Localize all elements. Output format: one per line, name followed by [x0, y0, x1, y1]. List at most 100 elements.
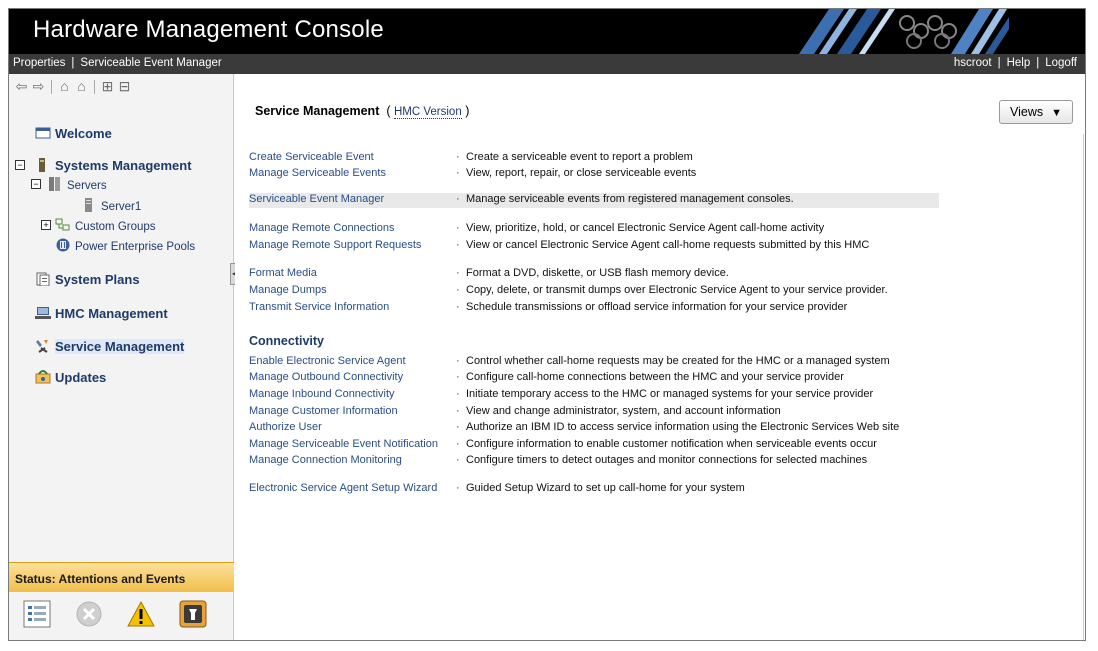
help-link[interactable]: Help [1007, 57, 1031, 69]
server-icon [85, 198, 92, 212]
task-description: View, prioritize, hold, or cancel Electr… [466, 222, 825, 234]
task-description: Configure call-home connections between … [466, 371, 844, 383]
task-description: Manage serviceable events from registere… [466, 193, 794, 205]
menu-bar: Properties | Serviceable Event Manager hsc… [9, 54, 1085, 74]
sidebar-item-label: Server1 [101, 201, 142, 213]
hmc-management-icon [35, 307, 51, 319]
sidebar-item-welcome[interactable]: Welcome [35, 126, 112, 141]
task-link-manage-serviceable-event-notification[interactable]: Manage Serviceable Event Notification [249, 438, 438, 450]
task-bullet: · [456, 267, 460, 279]
menu-separator: | [1036, 57, 1040, 69]
collapse-toggle[interactable]: − [31, 179, 41, 189]
task-link-manage-customer-information[interactable]: Manage Customer Information [249, 405, 398, 417]
service-event-icon[interactable] [179, 600, 207, 628]
menu-separator: | [71, 57, 75, 69]
sidebar-item-systems-management[interactable]: Systems Management [35, 158, 192, 173]
banner-graphic [789, 9, 1009, 54]
connectivity-heading: Connectivity [249, 334, 325, 348]
task-description: View or cancel Electronic Service Agent … [466, 239, 870, 251]
views-label: Views [1010, 105, 1044, 119]
views-dropdown-button[interactable]: Views ▼ [999, 100, 1073, 124]
toolbar-divider [51, 80, 52, 95]
task-link-electronic-service-agent-setup-wizard[interactable]: Electronic Service Agent Setup Wizard [249, 482, 437, 494]
version-paren-close: ) [465, 104, 470, 118]
power-pools-icon [56, 238, 70, 252]
service-management-icon [36, 340, 48, 353]
menu-properties[interactable]: Properties [13, 57, 65, 69]
sidebar-item-label: Systems Management [55, 158, 192, 173]
task-bullet: · [456, 167, 460, 179]
sidebar-item-hmc-management[interactable]: HMC Management [35, 306, 168, 321]
back-arrow-icon[interactable]: ⇦ [13, 78, 30, 95]
menu-serviceable-event-manager[interactable]: Serviceable Event Manager [80, 57, 221, 69]
nav-toolbar: ⇦ ⇨ ⌂ ⌂ ⊞ ⊟ [13, 78, 133, 96]
task-description: View, report, repair, or close serviceab… [466, 167, 697, 179]
sidebar-item-servers[interactable]: Servers [47, 177, 107, 192]
task-link-manage-inbound-connectivity[interactable]: Manage Inbound Connectivity [249, 388, 395, 400]
task-bullet: · [456, 355, 460, 367]
home-icon[interactable]: ⌂ [56, 78, 73, 94]
sidebar-item-label: Service Management [55, 339, 185, 354]
servers-icon [49, 177, 60, 191]
task-link-transmit-service-information[interactable]: Transmit Service Information [249, 301, 389, 313]
logoff-link[interactable]: Logoff [1045, 57, 1077, 69]
warning-icon[interactable] [127, 600, 155, 628]
version-paren-open: ( [386, 104, 391, 118]
task-link-enable-electronic-service-agent[interactable]: Enable Electronic Service Agent [249, 355, 406, 367]
page-header: Service Management ( HMC Version ) [255, 104, 470, 119]
collapse-all-icon[interactable]: ⊟ [116, 78, 133, 95]
task-bullet: · [456, 151, 460, 163]
task-link-serviceable-event-manager[interactable]: Serviceable Event Manager [249, 193, 384, 205]
task-bullet: · [456, 482, 460, 494]
task-link-format-media[interactable]: Format Media [249, 267, 317, 279]
task-description: Configure timers to detect outages and m… [466, 454, 868, 466]
sidebar-item-label: System Plans [55, 272, 140, 287]
user-name-link[interactable]: hscroot [954, 57, 992, 69]
dropdown-arrow-icon: ▼ [1051, 107, 1063, 119]
task-link-manage-remote-support-requests[interactable]: Manage Remote Support Requests [249, 239, 421, 251]
sidebar-item-server1[interactable]: Server1 [81, 198, 141, 213]
sidebar-item-system-plans[interactable]: System Plans [35, 272, 140, 287]
task-description: Schedule transmissions or offload servic… [466, 301, 848, 313]
main-content: Service Management ( HMC Version ) Views… [235, 74, 1085, 640]
sidebar-item-label: Updates [55, 370, 107, 385]
sidebar-item-service-management[interactable]: Service Management [35, 339, 185, 354]
status-header: Status: Attentions and Events [9, 562, 234, 592]
task-link-manage-connection-monitoring[interactable]: Manage Connection Monitoring [249, 454, 402, 466]
expand-toggle[interactable]: + [41, 220, 51, 230]
content-divider [1083, 134, 1084, 640]
task-description: Guided Setup Wizard to set up call-home … [466, 482, 745, 494]
systems-icon [39, 158, 45, 172]
status-list-icon[interactable] [23, 600, 51, 628]
collapse-toggle[interactable]: − [15, 160, 25, 170]
task-link-manage-remote-connections[interactable]: Manage Remote Connections [249, 222, 395, 234]
custom-groups-icon [55, 218, 70, 231]
status-icon-bar [9, 600, 234, 640]
task-link-manage-dumps[interactable]: Manage Dumps [249, 284, 327, 296]
task-description: Create a serviceable event to report a p… [466, 151, 693, 163]
task-bullet: · [456, 438, 460, 450]
task-row-highlighted: Serviceable Event Manager · Manage servi… [249, 193, 939, 208]
task-description: Authorize an IBM ID to access service in… [466, 421, 900, 433]
sidebar-item-updates[interactable]: Updates [35, 370, 106, 385]
forward-arrow-icon[interactable]: ⇨ [30, 78, 47, 95]
task-description: Configure information to enable customer… [466, 438, 877, 450]
page-title: Service Management [255, 104, 380, 118]
favorites-icon[interactable]: ⌂ [73, 78, 90, 94]
task-link-create-serviceable-event[interactable]: Create Serviceable Event [249, 151, 374, 163]
task-link-manage-outbound-connectivity[interactable]: Manage Outbound Connectivity [249, 371, 403, 383]
task-description: Initiate temporary access to the HMC or … [466, 388, 874, 400]
task-link-manage-serviceable-events[interactable]: Manage Serviceable Events [249, 167, 386, 179]
task-bullet: · [456, 222, 460, 234]
system-plans-icon [36, 272, 50, 286]
task-bullet: · [456, 454, 460, 466]
task-link-authorize-user[interactable]: Authorize User [249, 421, 322, 433]
expand-all-icon[interactable]: ⊞ [99, 78, 116, 95]
hmc-version-link[interactable]: HMC Version [393, 106, 462, 119]
task-bullet: · [456, 388, 460, 400]
task-bullet: · [456, 421, 460, 433]
sidebar-item-custom-groups[interactable]: Custom Groups [55, 218, 156, 233]
error-icon[interactable] [75, 600, 103, 628]
navigation-sidebar: ⇦ ⇨ ⌂ ⌂ ⊞ ⊟ Welcome − Systems Management − Se… [9, 74, 234, 640]
sidebar-item-power-enterprise-pools[interactable]: Power Enterprise Pools [55, 238, 195, 253]
